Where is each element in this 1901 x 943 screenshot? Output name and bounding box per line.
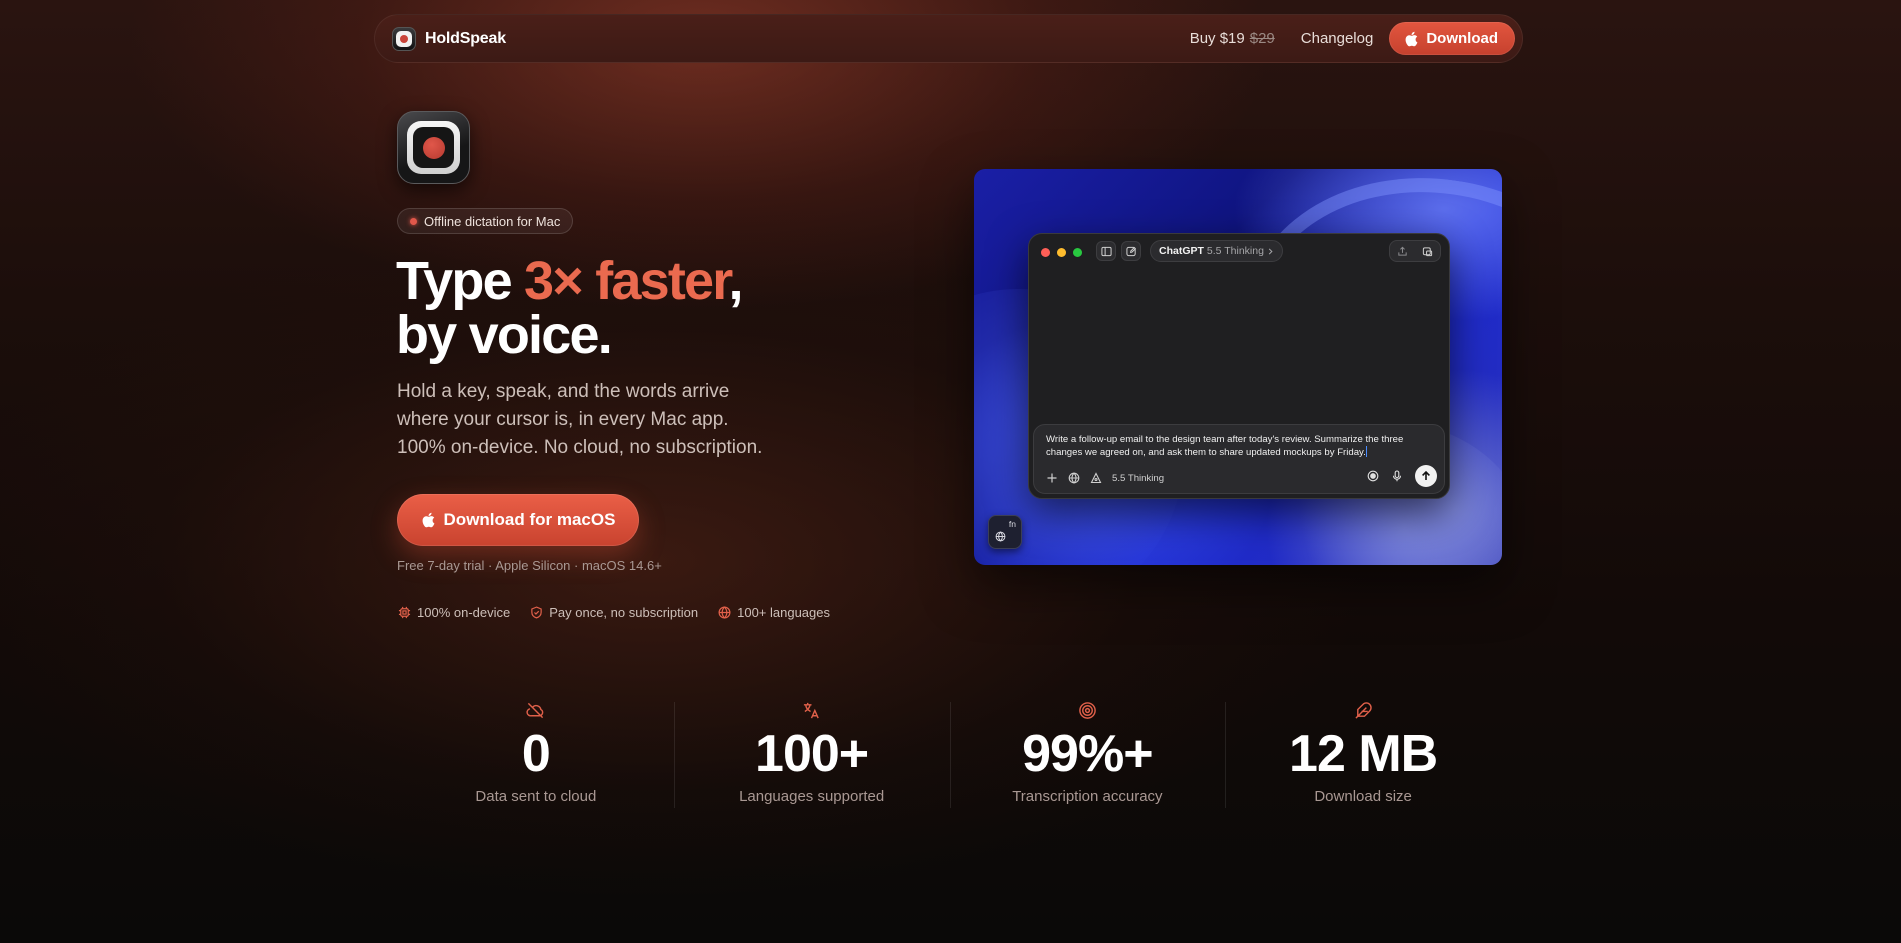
stat-item: 99%+ Transcription accuracy	[949, 700, 1226, 810]
record-dot-icon	[410, 217, 417, 225]
share-icon[interactable]	[1397, 246, 1408, 257]
feather-icon	[1355, 702, 1372, 719]
feature-item: 100% on-device	[398, 605, 510, 620]
stat-item: 0 Data sent to cloud	[398, 700, 674, 810]
nav-actions: Buy $19 $29 Changelog Download	[1190, 22, 1515, 55]
feature-label: 100+ languages	[737, 605, 831, 620]
stat-item: 100+ Languages supported	[673, 700, 950, 810]
headline-line2: by voice.	[396, 305, 613, 365]
arrow-up-icon	[1422, 470, 1430, 480]
stat-item: 12 MB Download size	[1225, 700, 1501, 810]
composer-tools: 5.5 Thinking	[1046, 472, 1164, 484]
stat-value: 12 MB	[1289, 725, 1438, 783]
record-icon[interactable]	[1367, 470, 1379, 482]
window-toolbar-right	[1389, 240, 1441, 262]
model-selector[interactable]: ChatGPT 5.5 Thinking	[1150, 240, 1283, 262]
text-caret	[1365, 446, 1367, 457]
app-icon	[397, 111, 470, 184]
offline-badge: Offline dictation for Mac	[397, 208, 574, 234]
stat-label: Data sent to cloud	[475, 788, 597, 805]
feature-list: 100% on-device Pay once, no subscription…	[398, 605, 830, 620]
popout-icon[interactable]	[1422, 246, 1433, 257]
stats-row: 0 Data sent to cloud 100+ Languages supp…	[398, 700, 1501, 810]
globe-icon	[718, 606, 731, 619]
brand-name: HoldSpeak	[425, 29, 506, 47]
prompt-input[interactable]: Write a follow-up email to the design te…	[1046, 434, 1438, 459]
minimize-window-button[interactable]	[1057, 248, 1066, 257]
apple-icon	[1405, 31, 1418, 46]
stat-value: 100+	[755, 725, 869, 783]
app-name: ChatGPT	[1159, 245, 1204, 257]
tools-icon[interactable]	[1090, 472, 1102, 484]
demo-screenshot: ChatGPT 5.5 Thinking Write a follow-up e…	[974, 169, 1502, 565]
subtitle-line2: where your cursor is, in every Mac app.	[397, 409, 729, 430]
edit-icon	[1125, 246, 1136, 256]
headline-part2: ,	[728, 251, 744, 311]
plus-icon[interactable]	[1046, 472, 1058, 484]
sidebar-toggle-button[interactable]	[1096, 241, 1116, 261]
sidebar-icon	[1100, 246, 1112, 256]
top-nav: HoldSpeak Buy $19 $29 Changelog Download	[374, 14, 1523, 63]
brand-logo-icon	[392, 26, 416, 51]
chevron-right-icon	[1268, 248, 1273, 254]
feature-item: 100+ languages	[718, 605, 830, 620]
headline-accent: 3× faster	[524, 251, 730, 311]
download-macos-label: Download for macOS	[443, 510, 616, 529]
globe-icon	[995, 531, 1006, 542]
microphone-icon[interactable]	[1391, 470, 1403, 482]
chatgpt-window: ChatGPT 5.5 Thinking Write a follow-up e…	[1028, 233, 1450, 499]
offline-badge-label: Offline dictation for Mac	[424, 213, 561, 229]
stat-value: 99%+	[1022, 725, 1153, 783]
trial-note: Free 7-day trial · Apple Silicon · macOS…	[397, 558, 662, 573]
target-icon	[1079, 702, 1096, 719]
message-composer[interactable]: Write a follow-up email to the design te…	[1033, 424, 1445, 494]
globe-icon[interactable]	[1068, 472, 1080, 484]
fn-label: fn	[1008, 519, 1016, 529]
subtitle-line1: Hold a key, speak, and the words arrive	[397, 381, 730, 402]
model-name: 5.5 Thinking	[1206, 245, 1264, 257]
stat-label: Languages supported	[739, 788, 885, 805]
fn-key: fn	[988, 515, 1022, 549]
feature-label: Pay once, no subscription	[549, 605, 699, 620]
changelog-link[interactable]: Changelog	[1301, 30, 1374, 47]
hero-headline: Type 3× faster, by voice.	[396, 251, 744, 365]
apple-icon	[422, 512, 434, 528]
window-controls	[1041, 248, 1082, 257]
composer-model-label[interactable]: 5.5 Thinking	[1112, 473, 1164, 484]
headline-part1: Type	[396, 251, 525, 311]
stat-value: 0	[521, 725, 551, 783]
shield-check-icon	[531, 606, 542, 619]
stat-label: Download size	[1314, 788, 1412, 805]
composer-actions	[1367, 465, 1437, 487]
buy-link[interactable]: Buy $19 $29	[1190, 30, 1275, 47]
nav-download-button[interactable]: Download	[1389, 22, 1515, 55]
brand-link[interactable]: HoldSpeak	[392, 26, 506, 51]
chip-icon	[398, 606, 411, 619]
nav-download-label: Download	[1426, 30, 1498, 47]
translate-icon	[804, 702, 819, 719]
download-macos-button[interactable]: Download for macOS	[397, 494, 639, 546]
buy-price: Buy $19	[1189, 30, 1245, 47]
feature-label: 100% on-device	[417, 605, 511, 620]
close-window-button[interactable]	[1041, 248, 1050, 257]
zoom-window-button[interactable]	[1073, 248, 1082, 257]
new-chat-button[interactable]	[1121, 241, 1141, 261]
stat-label: Transcription accuracy	[1012, 788, 1163, 805]
hero-subtitle: Hold a key, speak, and the words arrive …	[397, 378, 817, 462]
prompt-text: Write a follow-up email to the design te…	[1046, 434, 1404, 458]
cloud-off-icon	[526, 702, 544, 719]
old-price: $29	[1249, 30, 1275, 47]
subtitle-line3: 100% on-device. No cloud, no subscriptio…	[397, 437, 763, 458]
feature-item: Pay once, no subscription	[530, 605, 698, 620]
send-button[interactable]	[1415, 465, 1437, 487]
